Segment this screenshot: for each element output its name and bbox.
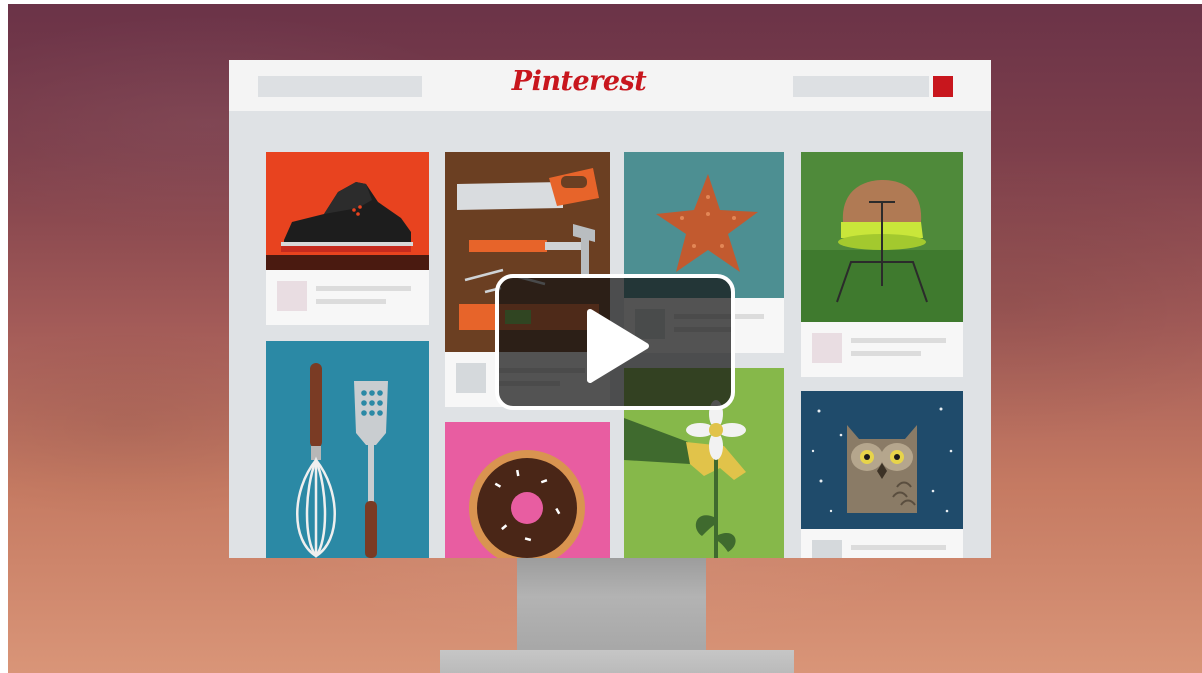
- pinterest-header: Pinterest: [229, 60, 991, 111]
- avatar: [277, 281, 307, 311]
- pin-sneaker: [266, 152, 429, 270]
- pin-caption-sneaker: [266, 270, 429, 325]
- monitor-base: [440, 650, 794, 673]
- pin-owl: [801, 391, 963, 529]
- pinterest-logo: Pinterest: [511, 66, 647, 97]
- header-placeholder-left: [258, 76, 422, 97]
- header-red-square: [933, 76, 953, 97]
- donut-icon: [445, 422, 610, 558]
- video-thumbnail[interactable]: Pinterest: [8, 4, 1202, 673]
- sneaker-icon: [266, 152, 429, 270]
- avatar: [456, 363, 486, 393]
- monitor-stand: [517, 557, 706, 657]
- play-button[interactable]: [495, 274, 735, 410]
- whisk-spatula-icon: [266, 341, 429, 558]
- play-icon: [587, 309, 649, 383]
- owl-icon: [801, 391, 963, 529]
- pin-kitchen-utensils: [266, 341, 429, 558]
- pin-caption-owl: [801, 529, 963, 558]
- avatar: [812, 333, 842, 363]
- pin-donut: [445, 422, 610, 558]
- header-placeholder-right: [793, 76, 929, 97]
- avatar: [812, 540, 842, 558]
- chair-icon: [801, 152, 963, 322]
- pin-caption-chair: [801, 322, 963, 377]
- pin-chair: [801, 152, 963, 322]
